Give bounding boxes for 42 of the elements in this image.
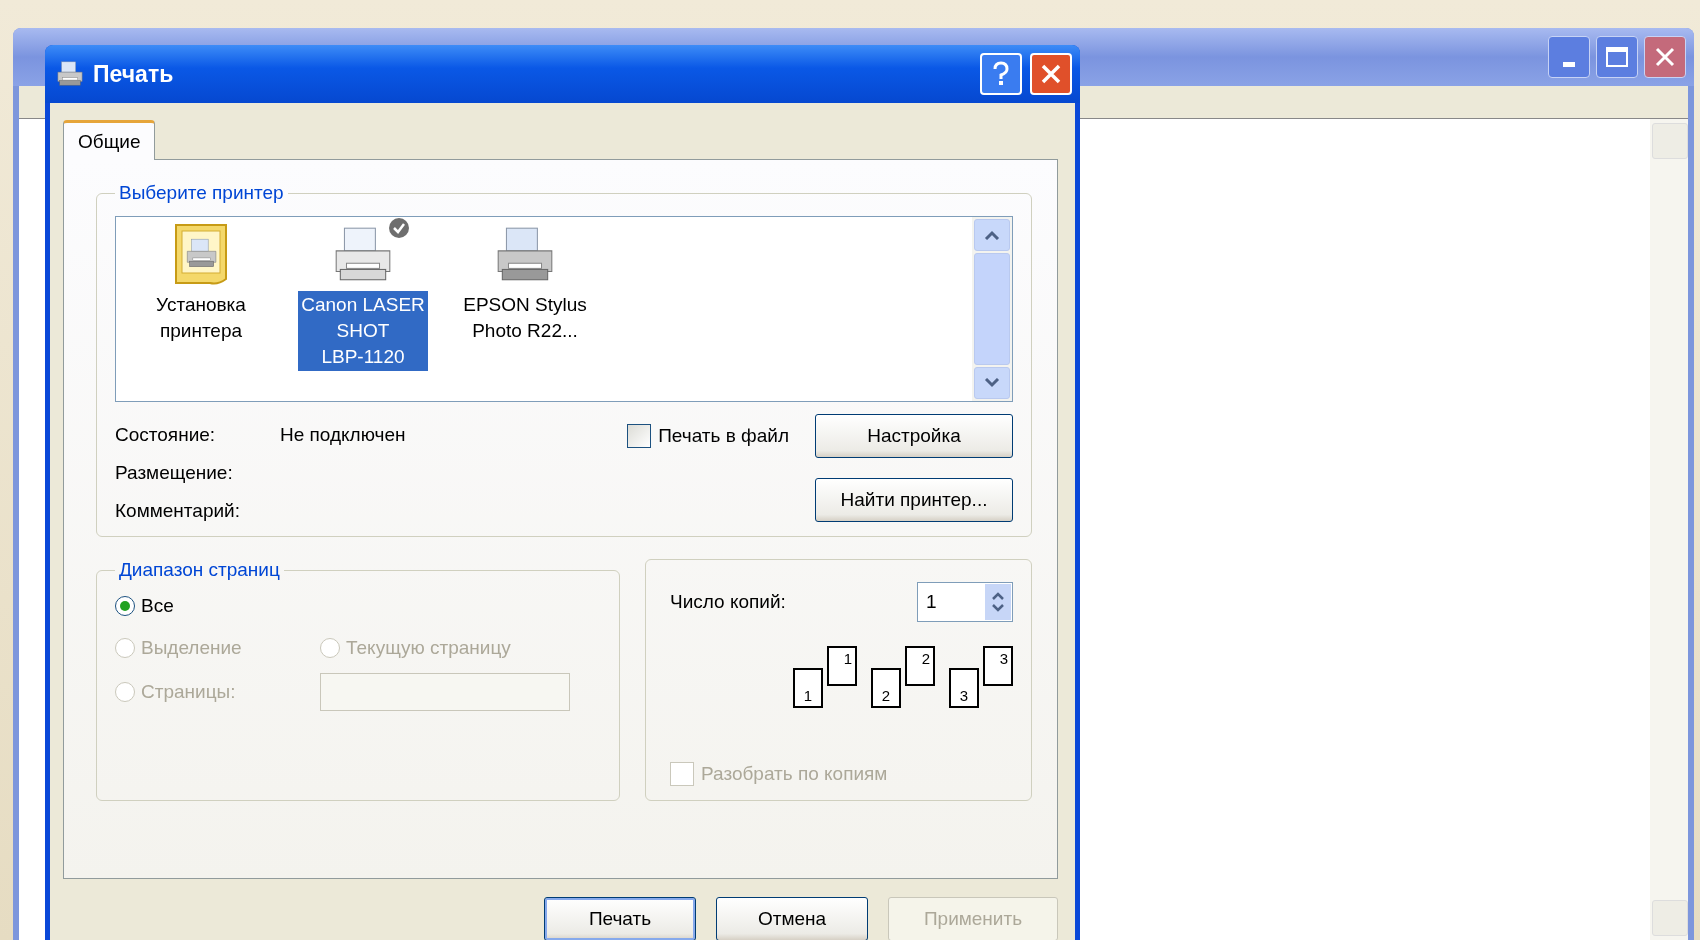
group-title: Выберите принтер bbox=[118, 182, 285, 204]
printer-icon bbox=[55, 60, 85, 88]
spin-arrows-icon[interactable] bbox=[991, 591, 1005, 613]
minimize-button[interactable] bbox=[1548, 36, 1590, 78]
info-label: Комментарий: bbox=[115, 500, 241, 522]
close-icon bbox=[1654, 46, 1676, 68]
tab[interactable]: Общие bbox=[63, 120, 156, 160]
copy-page: 2 bbox=[905, 646, 935, 686]
maximize-button[interactable] bbox=[1596, 36, 1638, 78]
scrollbar[interactable] bbox=[972, 217, 1012, 401]
scrollbar[interactable] bbox=[1650, 119, 1688, 940]
copy-page: 1 bbox=[827, 646, 857, 686]
group-title: Диапазон страниц bbox=[118, 559, 281, 581]
copy-page: 3 bbox=[949, 668, 979, 708]
checkbox-label[interactable]: Печать в файл bbox=[658, 425, 789, 447]
scroll-up-icon[interactable] bbox=[984, 230, 1000, 240]
printer-name[interactable]: EPSON Stylus Photo R22... bbox=[460, 291, 590, 345]
maximize-icon bbox=[1605, 46, 1629, 68]
button[interactable]: Настройка bbox=[815, 414, 1013, 458]
minimize-icon bbox=[1563, 61, 1575, 67]
radio-label[interactable]: Все bbox=[141, 595, 174, 617]
copies-label: Число копий: bbox=[670, 591, 786, 613]
info-label: Размещение: bbox=[115, 462, 234, 484]
radio-button[interactable] bbox=[115, 596, 135, 616]
button[interactable]: Печать bbox=[544, 897, 696, 940]
info-value: Не подключен bbox=[280, 424, 407, 446]
scroll-down-icon[interactable] bbox=[984, 378, 1000, 388]
copy-page: 1 bbox=[793, 668, 823, 708]
checkbox[interactable] bbox=[627, 424, 652, 448]
printer-name[interactable]: Canon LASER SHOT LBP-1120 bbox=[298, 291, 428, 371]
copy-page: 3 bbox=[983, 646, 1013, 686]
close-button[interactable] bbox=[1644, 36, 1686, 78]
button[interactable]: Отмена bbox=[716, 897, 868, 940]
copies-spinbox[interactable]: 1 bbox=[917, 582, 1013, 622]
close-icon bbox=[1040, 63, 1062, 85]
printer-name[interactable]: Установка принтера bbox=[153, 291, 249, 345]
info-label: Состояние: bbox=[115, 424, 217, 446]
help-button[interactable] bbox=[980, 53, 1022, 95]
help-icon bbox=[991, 61, 1011, 87]
copy-page: 2 bbox=[871, 668, 901, 708]
button[interactable]: Найти принтер... bbox=[815, 478, 1013, 522]
dialog-title: Печать bbox=[93, 60, 175, 88]
